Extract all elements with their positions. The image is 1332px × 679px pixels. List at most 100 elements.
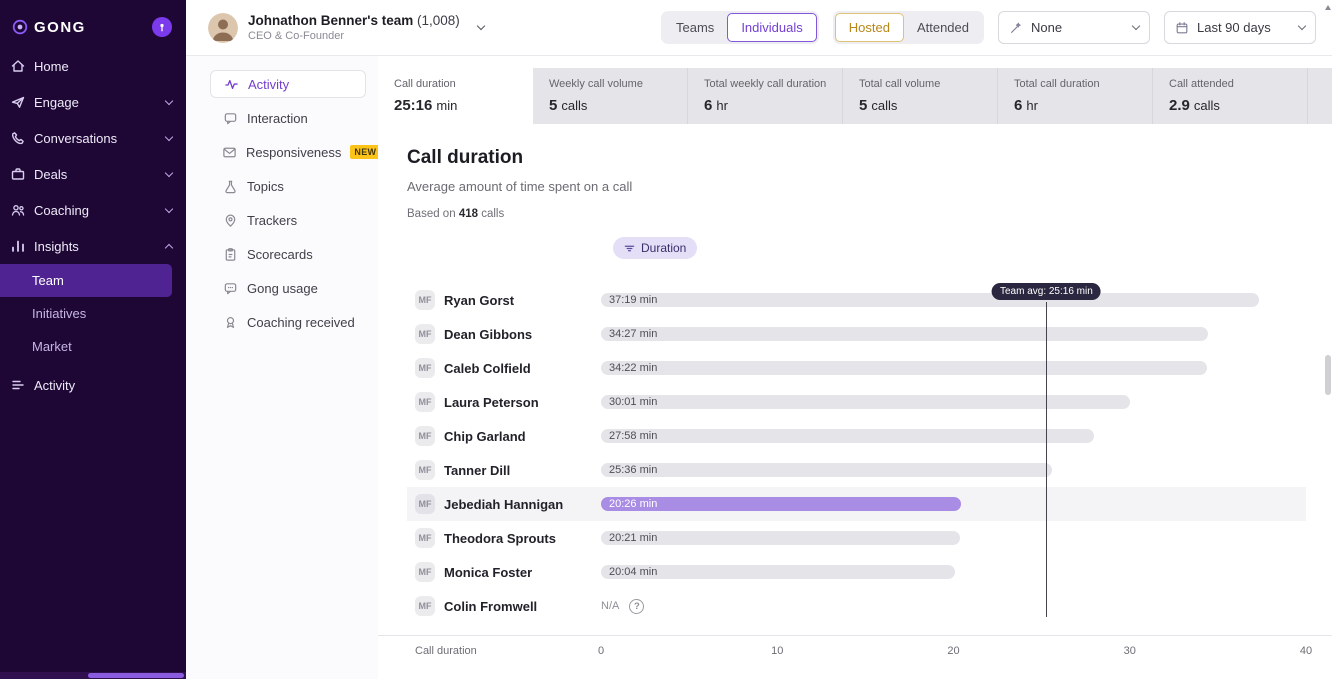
sidebar-item-market[interactable]: Market <box>0 330 172 363</box>
metric-icon <box>624 243 635 254</box>
sidebar-item-label: Initiatives <box>32 306 86 321</box>
chevron-down-icon <box>477 22 485 30</box>
bar-chart: Team avg: 25:16 min MF Ryan Gorst 37:19 … <box>407 283 1306 623</box>
submenu-item-topics[interactable]: Topics <box>210 172 366 200</box>
tab-call-duration[interactable]: Call duration 25:16min <box>378 68 533 124</box>
gong-logo-icon <box>12 19 28 35</box>
submenu-item-label: Gong usage <box>247 281 318 296</box>
submenu-item-scorecards[interactable]: Scorecards <box>210 240 366 268</box>
avatar <box>208 13 238 43</box>
submenu-item-gong-usage[interactable]: Gong usage <box>210 274 366 302</box>
filter-value: None <box>1031 20 1062 35</box>
gong-logo: GONG <box>12 19 86 36</box>
duration-bar[interactable]: 30:01 min <box>601 395 1130 409</box>
help-icon[interactable]: ? <box>629 599 644 614</box>
table-row[interactable]: MF Colin Fromwell N/A ? <box>407 589 1306 623</box>
table-row[interactable]: MF Theodora Sprouts 20:21 min <box>407 521 1306 555</box>
horizontal-scrollbar[interactable] <box>0 672 186 679</box>
date-range-dropdown[interactable]: Last 90 days <box>1164 11 1316 44</box>
submenu-item-label: Responsiveness <box>246 145 341 160</box>
toggle-teams[interactable]: Teams <box>663 13 727 42</box>
duration-bar[interactable]: 34:27 min <box>601 327 1208 341</box>
table-row[interactable]: MF Laura Peterson 30:01 min <box>407 385 1306 419</box>
submenu-item-trackers[interactable]: Trackers <box>210 206 366 234</box>
sidebar-item-team[interactable]: Team <box>0 264 172 297</box>
table-row[interactable]: MF Caleb Colfield 34:22 min <box>407 351 1306 385</box>
sidebar-item-initiatives[interactable]: Initiatives <box>0 297 172 330</box>
duration-bar[interactable]: 25:36 min <box>601 463 1052 477</box>
insights-submenu: Activity Interaction Responsiveness NEW … <box>186 56 378 679</box>
submenu-item-activity[interactable]: Activity <box>210 70 366 98</box>
tab-total-weekly-call-duration[interactable]: Total weekly call duration 6hr <box>688 68 843 124</box>
avatar-initials: MF <box>415 324 435 344</box>
submenu-item-interaction[interactable]: Interaction <box>210 104 366 132</box>
tab-total-call-volume[interactable]: Total call volume 5calls <box>843 68 998 124</box>
table-row[interactable]: MF Tanner Dill 25:36 min <box>407 453 1306 487</box>
sidebar-item-label: Engage <box>34 95 79 110</box>
table-row-highlighted[interactable]: MF Jebediah Hannigan 20:26 min <box>407 487 1306 521</box>
table-row[interactable]: MF Monica Foster 20:04 min <box>407 555 1306 589</box>
table-row[interactable]: MF Chip Garland 27:58 min <box>407 419 1306 453</box>
toggle-attended[interactable]: Attended <box>904 13 982 42</box>
tab-total-call-duration[interactable]: Total call duration 6hr <box>998 68 1153 124</box>
filter-dropdown[interactable]: None <box>998 11 1150 44</box>
person-name: Colin Fromwell <box>444 599 537 614</box>
duration-bar[interactable]: 20:04 min <box>601 565 955 579</box>
sidebar-item-insights[interactable]: Insights <box>0 228 186 264</box>
speech-dots-icon <box>222 280 238 296</box>
gong-logo-text: GONG <box>34 19 86 36</box>
duration-bar-highlighted[interactable]: 20:26 min <box>601 497 961 511</box>
x-axis-label: Call duration <box>415 645 601 661</box>
sidebar-item-conversations[interactable]: Conversations <box>0 120 186 156</box>
sidebar-item-home[interactable]: Home <box>0 48 186 84</box>
axis-tick: 0 <box>598 645 604 657</box>
sidebar-item-deals[interactable]: Deals <box>0 156 186 192</box>
team-picker[interactable]: Johnathon Benner's team (1,008) CEO & Co… <box>208 13 484 43</box>
scrollbar-thumb[interactable] <box>1325 355 1331 395</box>
chevron-up-icon <box>165 243 173 251</box>
duration-bar[interactable]: 37:19 min <box>601 293 1259 307</box>
table-row[interactable]: MF Dean Gibbons 34:27 min <box>407 317 1306 351</box>
sidebar-item-coaching[interactable]: Coaching <box>0 192 186 228</box>
avatar-initials: MF <box>415 528 435 548</box>
toggle-individuals[interactable]: Individuals <box>727 13 816 42</box>
submenu-item-responsiveness[interactable]: Responsiveness NEW <box>210 138 366 166</box>
based-on-count: 418 <box>459 208 478 220</box>
medal-icon <box>222 314 238 330</box>
pin-button[interactable] <box>152 17 172 37</box>
phone-icon <box>10 130 26 146</box>
person-name: Theodora Sprouts <box>444 531 556 546</box>
duration-bar[interactable]: 27:58 min <box>601 429 1094 443</box>
chevron-down-icon <box>165 204 173 212</box>
duration-value: 30:01 min <box>601 396 657 408</box>
vertical-scrollbar[interactable] <box>1324 0 1332 679</box>
na-label: N/A <box>601 600 619 612</box>
submenu-item-coaching-received[interactable]: Coaching received <box>210 308 366 336</box>
table-row[interactable]: MF Ryan Gorst 37:19 min <box>407 283 1306 317</box>
tab-weekly-call-volume[interactable]: Weekly call volume 5calls <box>533 68 688 124</box>
scrollbar-thumb[interactable] <box>88 673 184 678</box>
duration-bar[interactable]: 20:21 min <box>601 531 960 545</box>
home-icon <box>10 58 26 74</box>
avatar-initials: MF <box>415 460 435 480</box>
duration-filter-chip[interactable]: Duration <box>613 237 697 259</box>
person-name: Caleb Colfield <box>444 361 531 376</box>
mail-icon <box>222 144 237 160</box>
toggle-hosted[interactable]: Hosted <box>835 13 904 42</box>
person-name: Tanner Dill <box>444 463 510 478</box>
tab-call-attended[interactable]: Call attended 2.9calls <box>1153 68 1308 124</box>
sidebar-item-activity[interactable]: Activity <box>0 367 186 403</box>
chevron-down-icon <box>165 132 173 140</box>
duration-value: 20:26 min <box>601 498 657 510</box>
duration-value: 34:22 min <box>601 362 657 374</box>
avatar-initials: MF <box>415 596 435 616</box>
sidebar-item-engage[interactable]: Engage <box>0 84 186 120</box>
duration-bar[interactable]: 34:22 min <box>601 361 1207 375</box>
flask-icon <box>222 178 238 194</box>
primary-nav: Home Engage Conversations Deals Coaching <box>0 48 186 403</box>
duration-value: 25:36 min <box>601 464 657 476</box>
duration-value: 20:21 min <box>601 532 657 544</box>
scroll-up-arrow[interactable] <box>1325 5 1331 10</box>
based-on-text: Based on 418 calls <box>407 207 1306 221</box>
stat-tabs: Call duration 25:16min Weekly call volum… <box>378 68 1332 124</box>
